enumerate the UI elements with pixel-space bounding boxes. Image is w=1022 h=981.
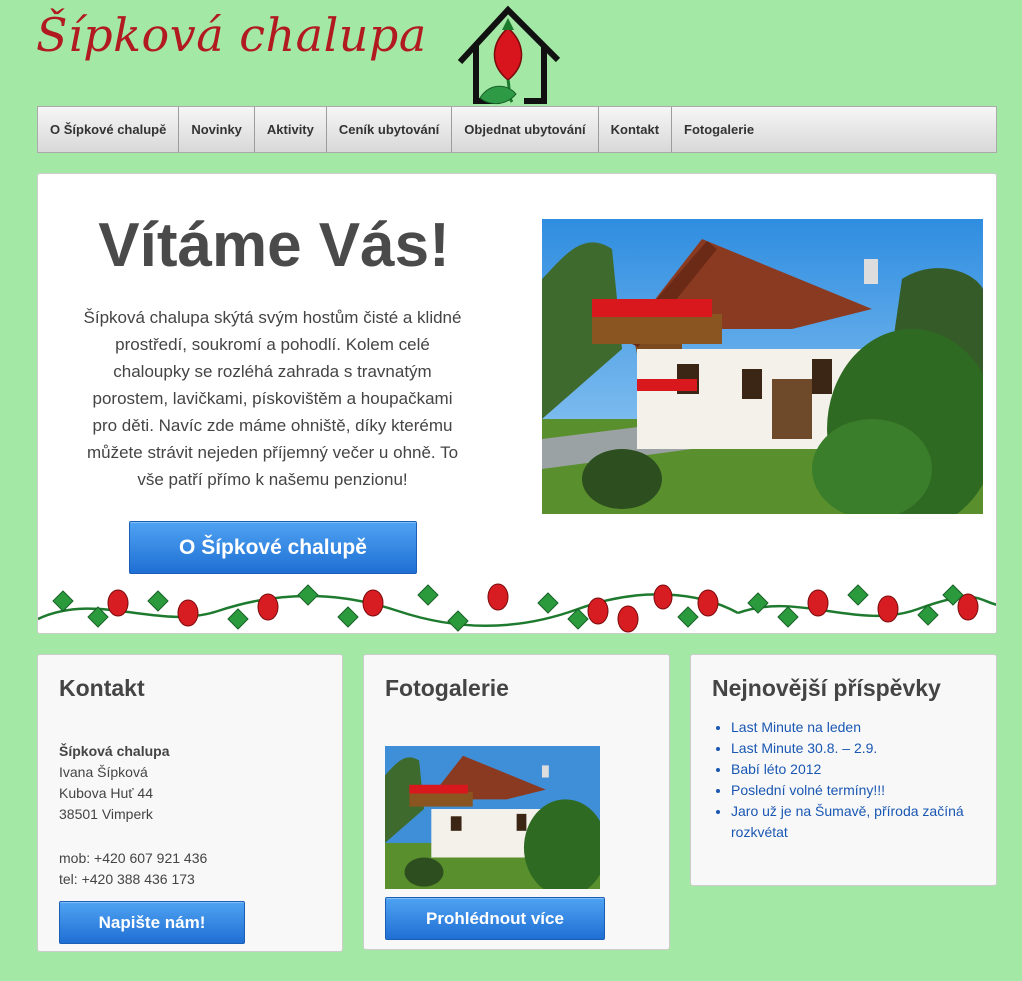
contact-card: Kontakt Šípková chalupa Ivana Šípková Ku… [37,654,343,952]
nav-item-aktivity[interactable]: Aktivity [255,107,327,152]
rosehip-garland [38,583,996,633]
nav-item-objednat-ubytovani[interactable]: Objednat ubytování [452,107,599,152]
list-item: Last Minute 30.8. – 2.9. [731,738,971,759]
nav-item-novinky[interactable]: Novinky [179,107,255,152]
nav-item-fotogalerie[interactable]: Fotogalerie [672,107,766,152]
chalupa-photo[interactable] [542,219,983,514]
welcome-hero: Vítáme Vás! Šípková chalupa skýtá svým h… [37,173,997,634]
hero-title: Vítáme Vás! [98,211,450,280]
latest-posts-card: Nejnovější příspěvky Last Minute na lede… [690,654,997,886]
contact-person: Ivana Šípková [59,764,148,780]
contact-details: Šípková chalupa Ivana Šípková Kubova Huť… [59,741,207,890]
gallery-title: Fotogalerie [385,675,509,701]
latest-posts-list: Last Minute na leden Last Minute 30.8. –… [731,717,971,843]
hero-description: Šípková chalupa skýtá svým hostům čisté … [83,308,462,489]
gallery-thumbnail[interactable] [385,746,600,889]
contact-city: 38501 Vimperk [59,806,153,822]
nav-item-o-sipkove-chalupe[interactable]: O Šípkové chalupě [38,107,180,152]
write-us-button[interactable]: Napište nám! [59,901,245,944]
list-item: Jaro už je na Šumavě, příroda začíná roz… [731,801,971,843]
latest-posts-title: Nejnovější příspěvky [712,675,941,701]
contact-street: Kubova Huť 44 [59,785,153,801]
contact-spacer [59,825,207,848]
post-link[interactable]: Poslední volné termíny!!! [731,782,885,798]
about-chalupa-button[interactable]: O Šípkové chalupě [129,521,417,574]
contact-phone: tel: +420 388 436 173 [59,871,195,887]
contact-mobile: mob: +420 607 921 436 [59,850,208,866]
list-item: Babí léto 2012 [731,759,971,780]
contact-company-name: Šípková chalupa [59,743,170,759]
post-link[interactable]: Last Minute na leden [731,719,861,735]
site-logo-text[interactable]: Šípková chalupa [36,8,427,62]
view-more-button[interactable]: Prohlédnout více [385,897,605,940]
contact-title: Kontakt [59,675,145,701]
post-link[interactable]: Last Minute 30.8. – 2.9. [731,740,877,756]
gallery-card: Fotogalerie Prohlédnout více [363,654,670,950]
nav-item-kontakt[interactable]: Kontakt [599,107,673,152]
nav-item-cenik-ubytovani[interactable]: Ceník ubytování [327,107,453,152]
post-link[interactable]: Jaro už je na Šumavě, příroda začíná roz… [731,803,964,840]
site-header: Šípková chalupa [36,0,596,106]
rosehip-house-logo-icon[interactable] [450,4,570,106]
list-item: Poslední volné termíny!!! [731,780,971,801]
list-item: Last Minute na leden [731,717,971,738]
post-link[interactable]: Babí léto 2012 [731,761,821,777]
main-navigation: O Šípkové chalupě Novinky Aktivity Ceník… [37,106,997,153]
